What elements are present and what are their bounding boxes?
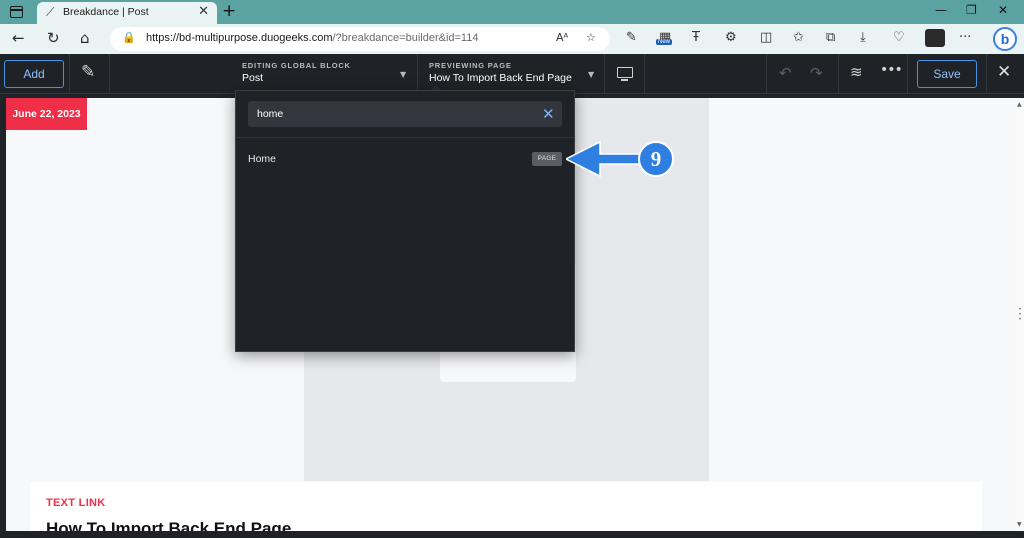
back-icon[interactable]: ← (12, 29, 25, 47)
arrow-icon (566, 140, 649, 178)
desktop-icon[interactable] (617, 67, 633, 81)
divider (417, 54, 418, 94)
new-badge: New (656, 39, 673, 45)
chevron-down-icon: ▼ (588, 70, 595, 79)
url-text: https://bd-multipurpose.duogeeks.com/?br… (146, 32, 478, 44)
page-search-input[interactable] (248, 101, 562, 127)
add-button[interactable]: Add (4, 60, 64, 88)
post-title: How To Import Back End Page (46, 519, 292, 531)
divider (69, 54, 70, 94)
divider (604, 54, 605, 94)
builder-toolbar: Add ✎ EDITING GLOBAL BLOCK Post ▼ PREVIE… (0, 54, 1024, 94)
undo-icon[interactable]: ↶ (779, 64, 792, 82)
scroll-up-icon[interactable]: ▲ (1017, 101, 1022, 108)
refresh-icon[interactable]: ↻ (47, 29, 60, 47)
bing-copilot-icon[interactable]: b (993, 27, 1017, 51)
post-card[interactable]: TEXT LINK How To Import Back End Page (30, 482, 982, 531)
downloads-icon[interactable]: ⤓ (860, 30, 866, 45)
browser-toolbar: ← ↻ ⌂ 🔒 https://bd-multipurpose.duogeeks… (0, 24, 1024, 54)
tab-actions-icon[interactable] (10, 6, 23, 18)
layers-icon[interactable]: ≋ (850, 63, 863, 81)
divider (236, 137, 574, 138)
divider (109, 54, 110, 94)
divider (986, 54, 987, 94)
chevron-down-icon: ▼ (400, 70, 407, 79)
annotation-arrow: 9 (566, 140, 674, 178)
close-builder-icon[interactable]: ✕ (997, 62, 1011, 82)
divider (907, 54, 908, 94)
scroll-down-icon[interactable]: ▼ (1017, 521, 1022, 528)
tab-close-icon[interactable]: ✕ (198, 4, 209, 19)
url-host: https://bd-multipurpose.duogeeks.com (146, 32, 333, 44)
split-screen-icon[interactable]: ◫ (760, 30, 772, 45)
favorite-star-icon[interactable]: ☆ (586, 31, 596, 44)
page-search-dropdown: ✕ Home PAGE (235, 90, 575, 352)
performance-icon[interactable]: ♡ (893, 30, 905, 45)
browser-tabstrip: ⟋ Breakdance | Post ✕ + — ❐ ✕ (0, 0, 1024, 24)
home-icon[interactable]: ⌂ (80, 29, 90, 47)
redo-icon[interactable]: ↷ (810, 64, 823, 82)
settings-more-icon[interactable]: ··· (959, 30, 971, 45)
browser-tab[interactable]: ⟋ Breakdance | Post ✕ (37, 2, 217, 24)
save-button[interactable]: Save (917, 60, 977, 88)
previewing-value: How To Import Back End Page (429, 72, 572, 84)
editing-label: EDITING GLOBAL BLOCK (242, 61, 351, 70)
lock-icon[interactable]: 🔒 (122, 31, 136, 44)
read-aloud-icon[interactable]: Aᴬ (556, 31, 568, 44)
resize-handle-icon[interactable]: • • • (1016, 307, 1024, 329)
more-options-icon[interactable]: ••• (880, 62, 903, 78)
tab-title: Breakdance | Post (63, 6, 149, 18)
breakdance-favicon-icon: ⟋ (46, 5, 55, 19)
url-path: /?breakdance=builder&id=114 (332, 32, 479, 44)
previewing-label: PREVIEWING PAGE (429, 61, 512, 70)
favorites-icon[interactable]: ✩ (793, 30, 804, 45)
step-number: 9 (651, 147, 662, 171)
page-type-badge: PAGE (532, 152, 562, 166)
divider (766, 54, 767, 94)
date-badge: June 22, 2023 (6, 98, 87, 130)
translate-extension-icon[interactable]: Ŧ (692, 30, 700, 45)
eyedropper-extension-icon[interactable]: ✎ (626, 30, 637, 45)
result-label: Home (248, 153, 277, 165)
new-tab-icon[interactable]: + (222, 1, 236, 21)
minimize-icon[interactable]: — (935, 3, 947, 17)
divider (838, 54, 839, 94)
editing-value: Post (242, 72, 264, 84)
list-item[interactable]: Home PAGE (236, 147, 574, 171)
profile-avatar[interactable] (925, 29, 945, 47)
address-bar[interactable]: 🔒 https://bd-multipurpose.duogeeks.com/?… (110, 27, 610, 51)
edit-icon[interactable]: ✎ (81, 62, 95, 82)
divider (644, 54, 645, 94)
collections-icon[interactable]: ⧉ (826, 30, 835, 45)
clear-search-icon[interactable]: ✕ (542, 105, 555, 123)
extensions-puzzle-icon[interactable]: ⚙ (725, 30, 737, 45)
text-link[interactable]: TEXT LINK (46, 497, 106, 509)
restore-icon[interactable]: ❐ (966, 3, 977, 17)
window-close-icon[interactable]: ✕ (998, 3, 1008, 17)
